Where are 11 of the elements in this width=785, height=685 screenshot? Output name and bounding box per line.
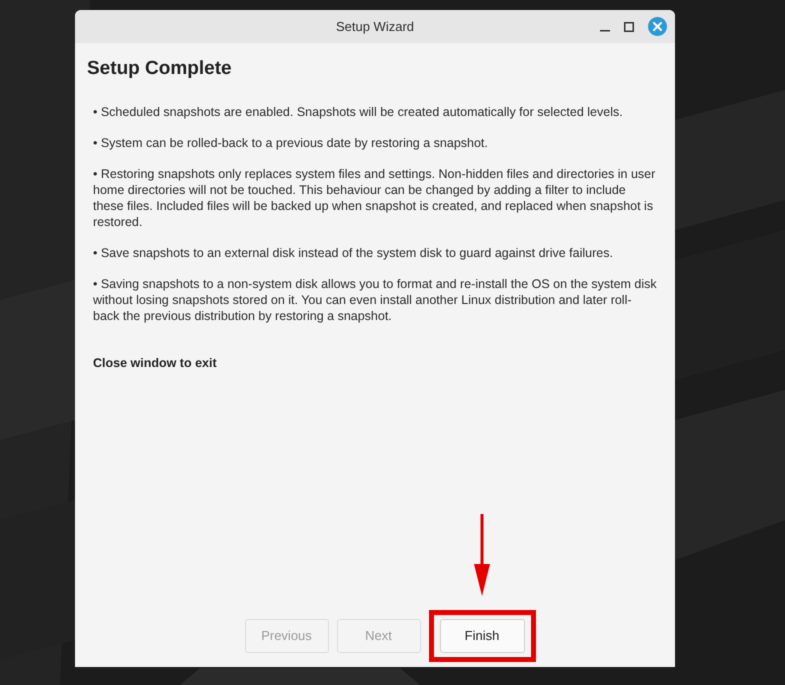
info-paragraph: • Save snapshots to an external disk instead of the system disk to guard against drive failures. [93,244,614,260]
exit-note: Close window to exit [92,354,218,372]
maximize-icon[interactable] [624,22,634,32]
info-paragraph: • System can be rolled-back to a previous date by restoring a snapshot. [93,134,489,150]
wizard-button[interactable]: Finish [440,619,524,653]
window-title: Setup Wizard [336,18,414,36]
info-paragraph: • Saving snapshots to a non-system disk allows you to format and re-install the OS on the system disk without losing snapshots stored on it. You can even install another Linux distribution and later roll-back the previous distribution by restoring a snapshot. [93,276,657,324]
page-heading: Setup Complete [87,57,233,81]
close-icon[interactable] [648,17,667,36]
info-paragraph: • Scheduled snapshots are enabled. Snapshots will be created automatically for selected levels. [93,104,624,120]
info-paragraph: • Restoring snapshots only replaces system files and settings. Non-hidden files and directories in user home directories will not be touched. This behaviour can be changed by adding a filter to include these files. Included files will be backed up when snapshot is created, and replaced when snapshot is restored. [93,166,656,230]
